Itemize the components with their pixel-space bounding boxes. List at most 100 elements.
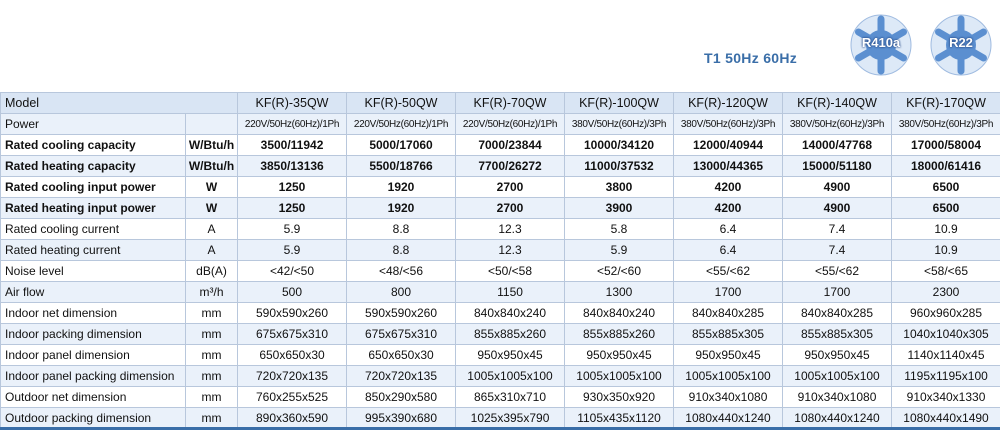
table-cell: 1005x1005x100: [564, 365, 675, 387]
row-unit: [184, 113, 239, 135]
table-cell: 220V/50Hz(60Hz)/1Ph: [237, 113, 348, 135]
table-cell: 380V/50Hz(60Hz)/3Ph: [782, 113, 893, 135]
table-row: Indoor packing dimension mm 675x675x310 675…: [0, 323, 1000, 345]
table-cell: 1250: [237, 197, 348, 219]
table-row: Indoor panel dimension mm 650x650x30 650x65…: [0, 344, 1000, 366]
row-unit: W/Btu/h: [184, 134, 239, 156]
refrigerant-badge-r22: R22: [930, 14, 992, 76]
table-row: Outdoor packing dimension mm 890x360x590 99…: [0, 407, 1000, 429]
table-cell: 950x950x45: [782, 344, 893, 366]
table-row: Outdoor net dimension mm 760x255x525 850x29…: [0, 386, 1000, 408]
model-header: KF(R)-70QW: [455, 92, 566, 114]
table-cell: 1005x1005x100: [673, 365, 784, 387]
table-cell: 930x350x920: [564, 386, 675, 408]
table-cell: 950x950x45: [564, 344, 675, 366]
table-cell: 675x675x310: [346, 323, 457, 345]
table-cell: 10000/34120: [564, 134, 675, 156]
row-label: Power: [0, 113, 186, 135]
table-cell: 1025x395x790: [455, 407, 566, 429]
table-cell: 10.9: [891, 239, 1000, 261]
table-cell: 1920: [346, 176, 457, 198]
table-cell: 220V/50Hz(60Hz)/1Ph: [455, 113, 566, 135]
table-cell: 865x310x710: [455, 386, 566, 408]
table-cell: 17000/58004: [891, 134, 1000, 156]
table-cell: 855x885x305: [782, 323, 893, 345]
table-cell: 1250: [237, 176, 348, 198]
table-cell: 800: [346, 281, 457, 303]
table-cell: 6.4: [673, 218, 784, 240]
row-unit: W: [184, 197, 239, 219]
table-cell: <50/<58: [455, 260, 566, 282]
table-cell: 4900: [782, 176, 893, 198]
table-cell: <48/<56: [346, 260, 457, 282]
table-cell: 950x950x45: [673, 344, 784, 366]
row-unit: dB(A): [184, 260, 239, 282]
row-label: Outdoor net dimension: [0, 386, 186, 408]
table-cell: 6500: [891, 197, 1000, 219]
table-cell: 760x255x525: [237, 386, 348, 408]
row-label: Rated cooling current: [0, 218, 186, 240]
table-cell: 1005x1005x100: [455, 365, 566, 387]
table-cell: 840x840x285: [673, 302, 784, 324]
model-header: KF(R)-170QW: [891, 92, 1000, 114]
table-cell: 220V/50Hz(60Hz)/1Ph: [346, 113, 457, 135]
row-unit: A: [184, 239, 239, 261]
row-label: Rated cooling capacity: [0, 134, 186, 156]
table-cell: 855x885x260: [455, 323, 566, 345]
table-cell: 18000/61416: [891, 155, 1000, 177]
table-cell: 4200: [673, 176, 784, 198]
table-cell: 500: [237, 281, 348, 303]
table-cell: 890x360x590: [237, 407, 348, 429]
table-cell: 720x720x135: [237, 365, 348, 387]
spec-line: T1 50Hz 60Hz: [704, 50, 798, 66]
table-cell: 14000/47768: [782, 134, 893, 156]
row-label: Rated heating current: [0, 239, 186, 261]
row-label: Indoor packing dimension: [0, 323, 186, 345]
table-cell: 1105x435x1120: [564, 407, 675, 429]
table-cell: 10.9: [891, 218, 1000, 240]
table-cell: 380V/50Hz(60Hz)/3Ph: [891, 113, 1000, 135]
table-cell: 720x720x135: [346, 365, 457, 387]
table-cell: 1080x440x1490: [891, 407, 1000, 429]
table-row: Indoor net dimension mm 590x590x260 590x590…: [0, 302, 1000, 324]
table-cell: 6500: [891, 176, 1000, 198]
table-row: Rated cooling input power W 1250 1920 2700 38…: [0, 176, 1000, 198]
table-cell: 1700: [782, 281, 893, 303]
header-row: Model KF(R)-35QW KF(R)-50QW KF(R)-70QW K…: [0, 92, 1000, 114]
table-cell: 1195x1195x100: [891, 365, 1000, 387]
table-cell: <52/<60: [564, 260, 675, 282]
table-cell: 1140x1140x45: [891, 344, 1000, 366]
row-label: Indoor panel packing dimension: [0, 365, 186, 387]
table-cell: 3850/13136: [237, 155, 348, 177]
row-label: Indoor panel dimension: [0, 344, 186, 366]
table-cell: 12.3: [455, 218, 566, 240]
row-label: Noise level: [0, 260, 186, 282]
model-header: KF(R)-50QW: [346, 92, 457, 114]
table-cell: 4900: [782, 197, 893, 219]
header: T1 50Hz 60Hz R410a R22: [0, 0, 1000, 92]
table-cell: 840x840x285: [782, 302, 893, 324]
table-cell: 650x650x30: [237, 344, 348, 366]
table-cell: 910x340x1330: [891, 386, 1000, 408]
table-cell: 8.8: [346, 239, 457, 261]
table-cell: 2700: [455, 176, 566, 198]
table-cell: 840x840x240: [455, 302, 566, 324]
table-cell: 1005x1005x100: [782, 365, 893, 387]
model-header: KF(R)-120QW: [673, 92, 784, 114]
table-cell: 5.8: [564, 218, 675, 240]
model-header: KF(R)-140QW: [782, 92, 893, 114]
table-cell: 15000/51180: [782, 155, 893, 177]
table-cell: 11000/37532: [564, 155, 675, 177]
table-cell: 12000/40944: [673, 134, 784, 156]
table-cell: 5.9: [237, 218, 348, 240]
table-cell: 1700: [673, 281, 784, 303]
table-cell: 650x650x30: [346, 344, 457, 366]
table-cell: 590x590x260: [237, 302, 348, 324]
table-cell: 7.4: [782, 218, 893, 240]
table-cell: <55/<62: [673, 260, 784, 282]
table-cell: 8.8: [346, 218, 457, 240]
table-cell: 960x960x285: [891, 302, 1000, 324]
table-cell: 7700/26272: [455, 155, 566, 177]
row-label: Rated heating input power: [0, 197, 186, 219]
table-cell: <55/<62: [782, 260, 893, 282]
